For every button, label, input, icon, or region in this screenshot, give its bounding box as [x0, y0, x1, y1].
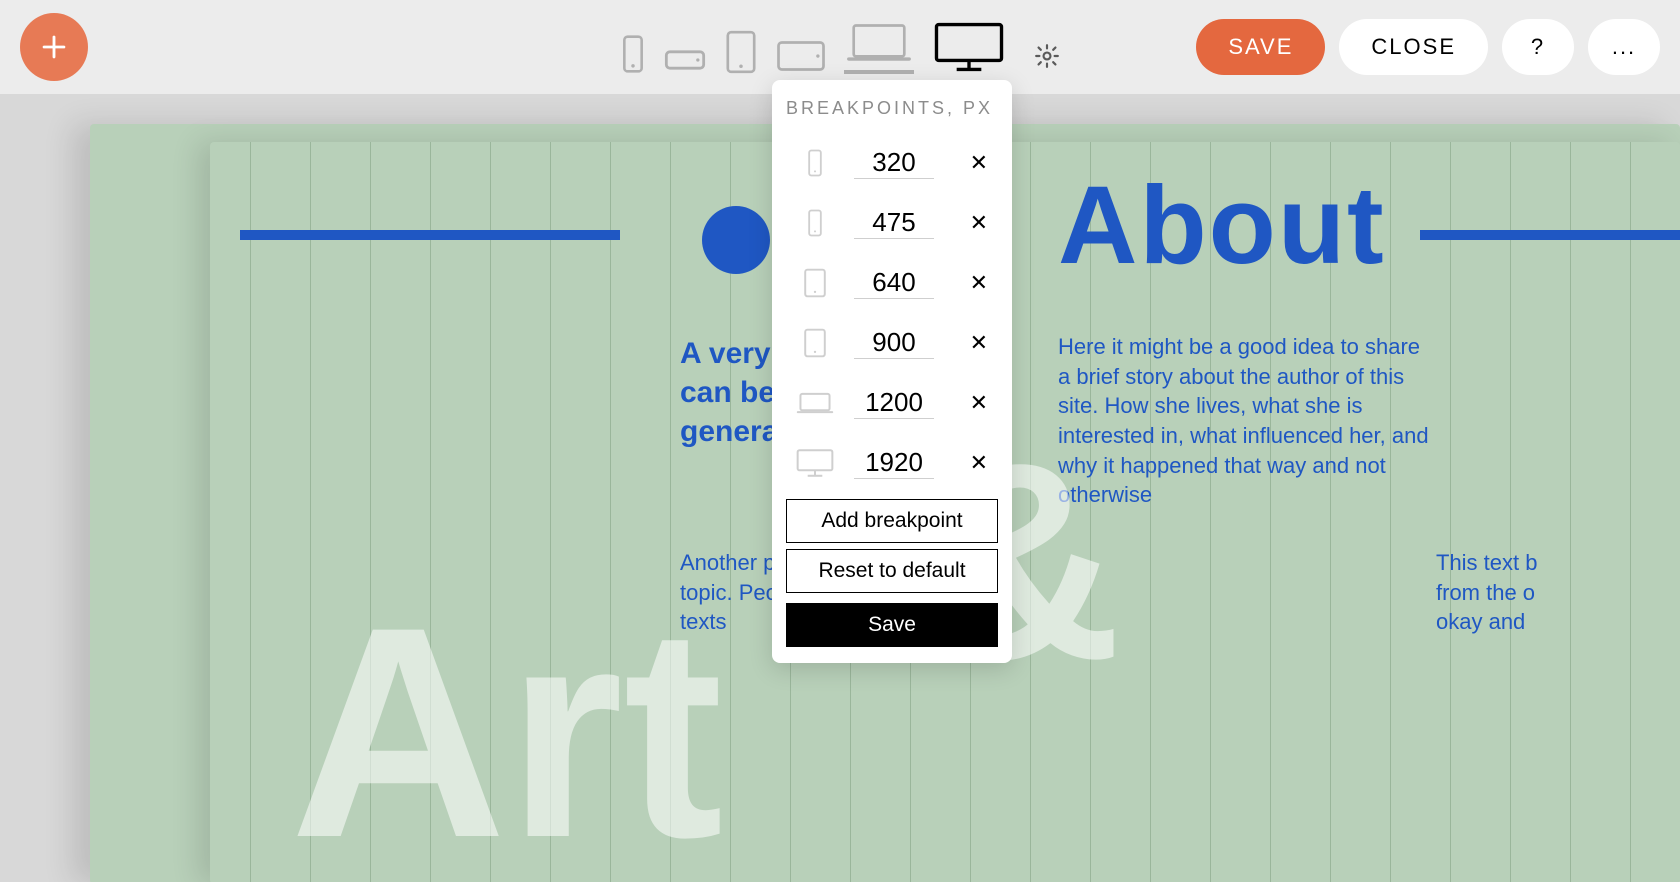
device-tablet-portrait[interactable] [724, 30, 758, 74]
tablet-icon [792, 327, 838, 359]
small-para-2: This text b from the o okay and [1436, 548, 1676, 637]
breakpoint-delete-0[interactable]: ✕ [966, 150, 992, 176]
save-button[interactable]: SAVE [1196, 19, 1325, 75]
device-tablet-landscape[interactable] [776, 38, 826, 74]
heading-about: About [1058, 162, 1386, 289]
phone-portrait-icon [620, 34, 646, 74]
breakpoint-row-4: ✕ [786, 373, 998, 433]
breakpoint-settings-button[interactable] [1034, 43, 1060, 74]
desktop-icon [932, 20, 1006, 74]
save-breakpoints-button[interactable]: Save [786, 603, 998, 647]
breakpoint-row-5: ✕ [786, 433, 998, 493]
breakpoint-input-5[interactable] [854, 447, 934, 479]
breakpoint-row-2: ✕ [786, 253, 998, 313]
breakpoint-delete-2[interactable]: ✕ [966, 270, 992, 296]
breakpoint-delete-5[interactable]: ✕ [966, 450, 992, 476]
decorative-rule-right [1420, 230, 1680, 240]
breakpoint-input-3[interactable] [854, 327, 934, 359]
close-button[interactable]: CLOSE [1339, 19, 1488, 75]
device-laptop[interactable] [844, 20, 914, 74]
device-phone-portrait[interactable] [620, 34, 646, 74]
breakpoint-input-2[interactable] [854, 267, 934, 299]
breakpoint-input-4[interactable] [854, 387, 934, 419]
phone-icon [792, 208, 838, 238]
breakpoint-delete-1[interactable]: ✕ [966, 210, 992, 236]
gear-icon [1034, 43, 1060, 69]
laptop-icon [844, 20, 914, 64]
breakpoint-delete-4[interactable]: ✕ [966, 390, 992, 416]
tablet-landscape-icon [776, 38, 826, 74]
breakpoint-delete-3[interactable]: ✕ [966, 330, 992, 356]
plus-icon [37, 30, 71, 64]
decorative-art-word: Art [290, 582, 723, 882]
laptop-icon [792, 390, 838, 416]
more-button[interactable]: ... [1588, 19, 1660, 75]
popover-title: BREAKPOINTS, PX [786, 98, 998, 119]
phone-landscape-icon [664, 46, 706, 74]
breakpoint-input-1[interactable] [854, 207, 934, 239]
breakpoint-row-0: ✕ [786, 133, 998, 193]
add-breakpoint-button[interactable]: Add breakpoint [786, 499, 998, 543]
breakpoints-popover: BREAKPOINTS, PX ✕ ✕ ✕ ✕ ✕ ✕ Add breakpoi… [772, 80, 1012, 663]
help-button[interactable]: ? [1502, 19, 1574, 75]
breakpoint-input-0[interactable] [854, 147, 934, 179]
desktop-icon [792, 447, 838, 479]
tablet-portrait-icon [724, 30, 758, 74]
device-switcher [620, 20, 1060, 74]
add-button[interactable] [20, 13, 88, 81]
tablet-icon [792, 267, 838, 299]
reset-breakpoints-button[interactable]: Reset to default [786, 549, 998, 593]
phone-icon [792, 148, 838, 178]
breakpoint-row-1: ✕ [786, 193, 998, 253]
decorative-dot [702, 206, 770, 274]
breakpoint-row-3: ✕ [786, 313, 998, 373]
decorative-rule-left [240, 230, 620, 240]
header-actions: SAVE CLOSE ? ... [1196, 19, 1660, 75]
device-phone-landscape[interactable] [664, 46, 706, 74]
device-desktop[interactable] [932, 20, 1006, 74]
